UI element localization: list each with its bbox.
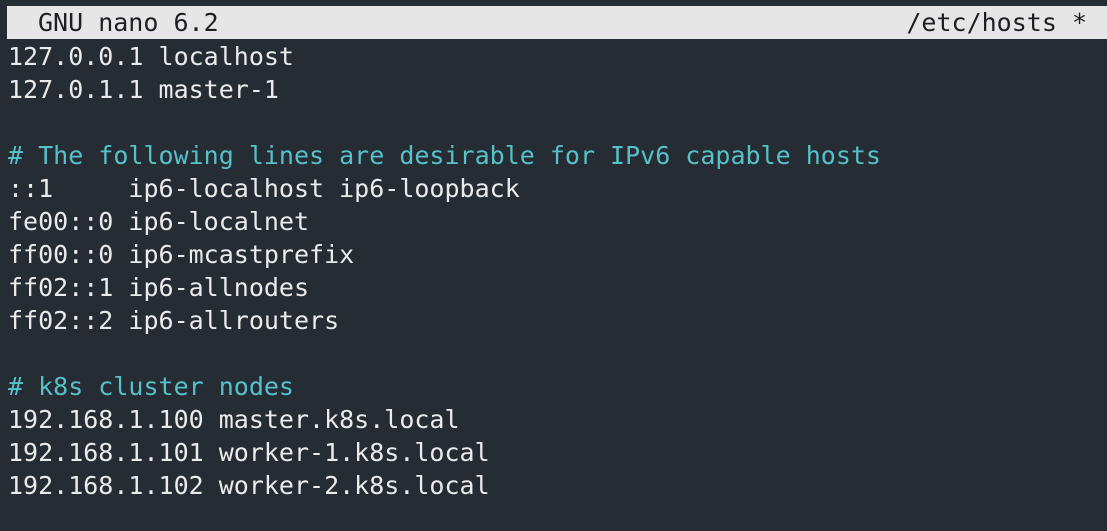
file-line[interactable]: 192.168.1.100 master.k8s.local: [8, 403, 1107, 436]
editor-app-name: GNU nano 6.2: [38, 8, 219, 37]
file-line[interactable]: 127.0.1.1 master-1: [8, 73, 1107, 106]
text-editor-area[interactable]: 127.0.0.1 localhost 127.0.1.1 master-1 #…: [8, 40, 1107, 502]
nano-title-bar: GNU nano 6.2 /etc/hosts *: [7, 6, 1107, 39]
comment-line[interactable]: # The following lines are desirable for …: [8, 139, 1107, 172]
comment-line[interactable]: # k8s cluster nodes: [8, 370, 1107, 403]
file-line[interactable]: [8, 106, 1107, 139]
file-line[interactable]: ff02::2 ip6-allrouters: [8, 304, 1107, 337]
file-line[interactable]: ::1 ip6-localhost ip6-loopback: [8, 172, 1107, 205]
file-line[interactable]: 127.0.0.1 localhost: [8, 40, 1107, 73]
file-line[interactable]: 192.168.1.102 worker-2.k8s.local: [8, 469, 1107, 502]
open-file-name: /etc/hosts *: [906, 8, 1087, 37]
file-line[interactable]: ff02::1 ip6-allnodes: [8, 271, 1107, 304]
file-line[interactable]: ff00::0 ip6-mcastprefix: [8, 238, 1107, 271]
file-line[interactable]: [8, 337, 1107, 370]
file-line[interactable]: fe00::0 ip6-localnet: [8, 205, 1107, 238]
file-line[interactable]: 192.168.1.101 worker-1.k8s.local: [8, 436, 1107, 469]
